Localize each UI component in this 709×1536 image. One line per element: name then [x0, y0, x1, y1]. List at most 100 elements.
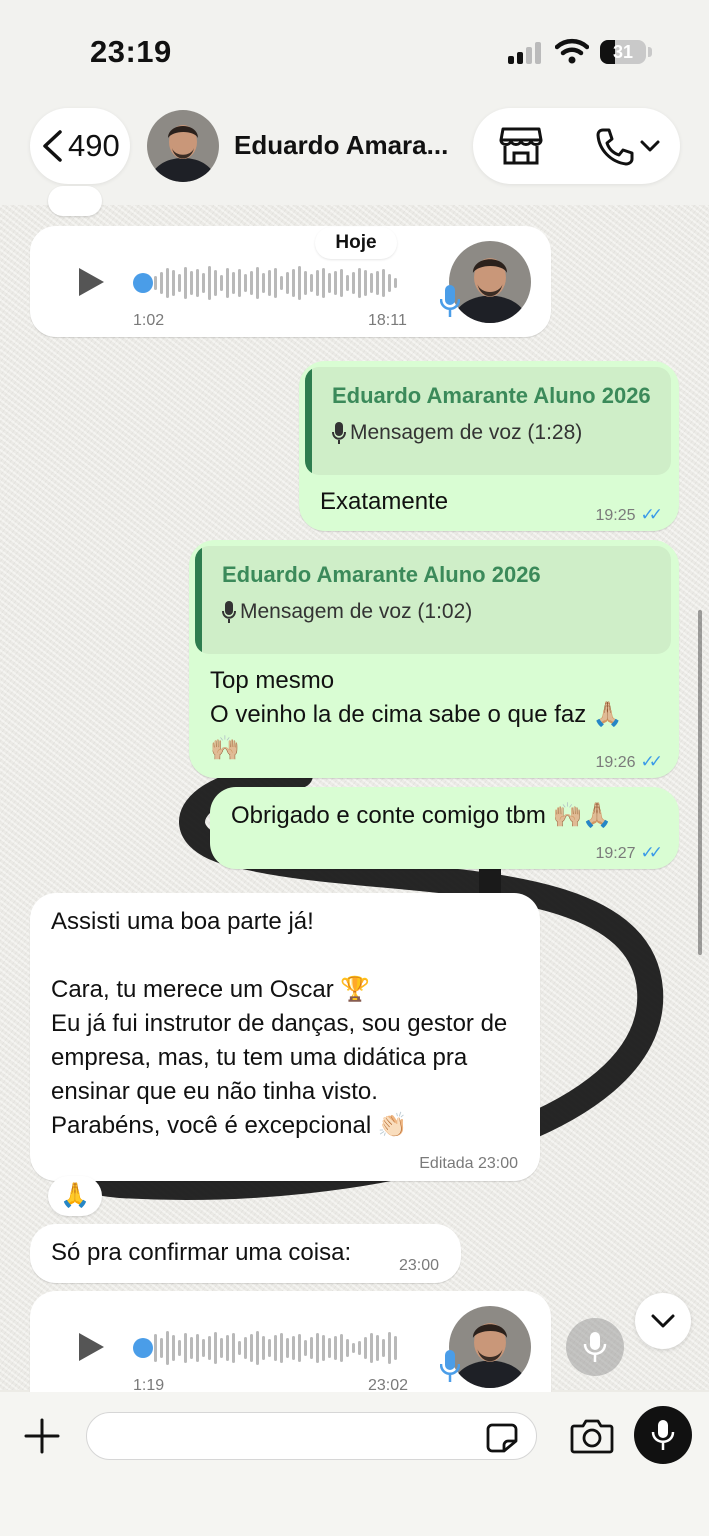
play-icon[interactable]: [76, 266, 106, 298]
message-text: Exatamente: [320, 488, 449, 515]
message-time: 18:11: [368, 312, 407, 329]
waveform-bar: [154, 276, 157, 290]
back-button[interactable]: 490: [30, 108, 130, 184]
waveform-bar: [196, 269, 199, 297]
waveform-bar: [256, 267, 259, 299]
waveform-bar: [292, 1336, 295, 1360]
waveform-bar: [298, 266, 301, 300]
voice-transcribe-button[interactable]: [566, 1318, 624, 1376]
waveform-bar: [322, 1335, 325, 1361]
waveform-bar: [286, 272, 289, 294]
scrollbar[interactable]: [698, 610, 702, 955]
quoted-message[interactable]: Eduardo Amarante Aluno 2026 Mensagem de …: [195, 546, 671, 654]
waveform-bar: [280, 1333, 283, 1363]
sender-avatar: [449, 241, 531, 323]
waveform-bar: [160, 1338, 163, 1358]
waveform-bar: [178, 1340, 181, 1356]
composer-bar: [0, 1392, 709, 1536]
waveform-bar: [220, 275, 223, 291]
contact-name[interactable]: Eduardo Amara...: [234, 130, 448, 161]
mic-icon: [583, 1332, 607, 1362]
waveform-bar: [376, 1335, 379, 1361]
waveform-bar: [292, 269, 295, 297]
waveform-scrubber[interactable]: [133, 1338, 153, 1358]
waveform-bar: [250, 271, 253, 295]
sender-avatar: [449, 1306, 531, 1388]
waveform-bar: [178, 274, 181, 292]
wifi-icon: [555, 38, 589, 64]
cellular-signal-icon: [508, 42, 541, 64]
quoted-sender: Eduardo Amarante Aluno 2026: [222, 562, 541, 587]
voice-message[interactable]: 1:02 18:11: [30, 226, 551, 337]
call-button[interactable]: [595, 126, 661, 166]
quoted-body: Mensagem de voz (1:28): [332, 421, 582, 445]
waveform-bar: [166, 1331, 169, 1365]
sticker-icon[interactable]: [486, 1423, 518, 1453]
outgoing-message[interactable]: Obrigado e conte comigo tbm 🙌🏼🙏🏼 19:27 ✓✓: [210, 787, 679, 869]
message-text: Só pra confirmar uma coisa:: [51, 1239, 352, 1266]
message-text: Obrigado e conte comigo tbm 🙌🏼🙏🏼: [231, 802, 613, 829]
play-icon[interactable]: [76, 1331, 106, 1363]
voice-message[interactable]: 1:19 23:02: [30, 1291, 551, 1394]
voice-duration: 1:02: [133, 312, 165, 329]
status-bar: 23:19 31: [0, 0, 709, 100]
message-input[interactable]: [105, 1413, 485, 1459]
waveform-bar: [304, 271, 307, 295]
waveform-bar: [244, 1337, 247, 1359]
waveform-bar: [262, 1336, 265, 1360]
scroll-to-bottom-button[interactable]: [635, 1293, 691, 1349]
reaction-badge[interactable]: 🙏: [48, 1176, 102, 1216]
waveform-scrubber[interactable]: [133, 273, 153, 293]
message-time: 23:00: [398, 1257, 439, 1274]
mic-icon: [651, 1420, 675, 1450]
incoming-message[interactable]: Assisti uma boa parte já! Cara, tu merec…: [30, 893, 540, 1181]
header-actions: [473, 108, 680, 184]
store-icon[interactable]: [499, 126, 543, 166]
waveform[interactable]: [154, 1329, 397, 1367]
waveform-bar: [304, 1340, 307, 1356]
waveform-bar: [268, 270, 271, 296]
waveform-bar: [394, 278, 397, 288]
waveform-bar: [382, 269, 385, 297]
plus-icon[interactable]: [24, 1418, 60, 1454]
waveform-bar: [340, 1334, 343, 1362]
waveform-bar: [370, 1333, 373, 1363]
waveform-bar: [328, 273, 331, 293]
waveform-bar: [274, 1335, 277, 1361]
outgoing-message[interactable]: Eduardo Amarante Aluno 2026 Mensagem de …: [189, 540, 679, 778]
outgoing-message[interactable]: Eduardo Amarante Aluno 2026 Mensagem de …: [299, 361, 679, 531]
date-separator: Hoje: [315, 227, 397, 259]
waveform-bar: [244, 274, 247, 292]
waveform-bar: [232, 1333, 235, 1363]
message-time: 19:27 ✓✓: [595, 843, 662, 862]
message-time: 19:25 ✓✓: [595, 505, 662, 524]
quoted-body-text: Mensagem de voz (1:28): [350, 421, 583, 444]
incoming-message[interactable]: Só pra confirmar uma coisa: 23:00: [30, 1224, 461, 1283]
chevron-left-icon: [43, 130, 62, 162]
waveform-bar: [268, 1339, 271, 1357]
waveform-bar: [340, 269, 343, 297]
waveform-bar: [214, 270, 217, 296]
waveform-bar: [352, 272, 355, 294]
waveform[interactable]: [154, 264, 397, 302]
quoted-message[interactable]: Eduardo Amarante Aluno 2026 Mensagem de …: [305, 367, 671, 475]
status-time: 23:19: [90, 34, 172, 69]
waveform-bar: [184, 267, 187, 299]
waveform-bar: [274, 268, 277, 298]
waveform-bar: [316, 270, 319, 296]
waveform-bar: [358, 268, 361, 298]
waveform-bar: [280, 276, 283, 290]
waveform-bar: [262, 273, 265, 293]
waveform-bar: [310, 274, 313, 292]
contact-avatar[interactable]: [147, 110, 219, 182]
waveform-bar: [358, 1341, 361, 1355]
waveform-bar: [388, 1332, 391, 1364]
waveform-bar: [334, 1336, 337, 1360]
waveform-bar: [208, 1336, 211, 1360]
chevron-down-icon: [640, 140, 660, 152]
message-text: Top mesmo O veinho la de cima sabe o que…: [210, 667, 623, 762]
waveform-bar: [238, 269, 241, 297]
camera-icon[interactable]: [570, 1418, 614, 1454]
record-voice-button[interactable]: [634, 1406, 692, 1464]
waveform-bar: [394, 1336, 397, 1360]
